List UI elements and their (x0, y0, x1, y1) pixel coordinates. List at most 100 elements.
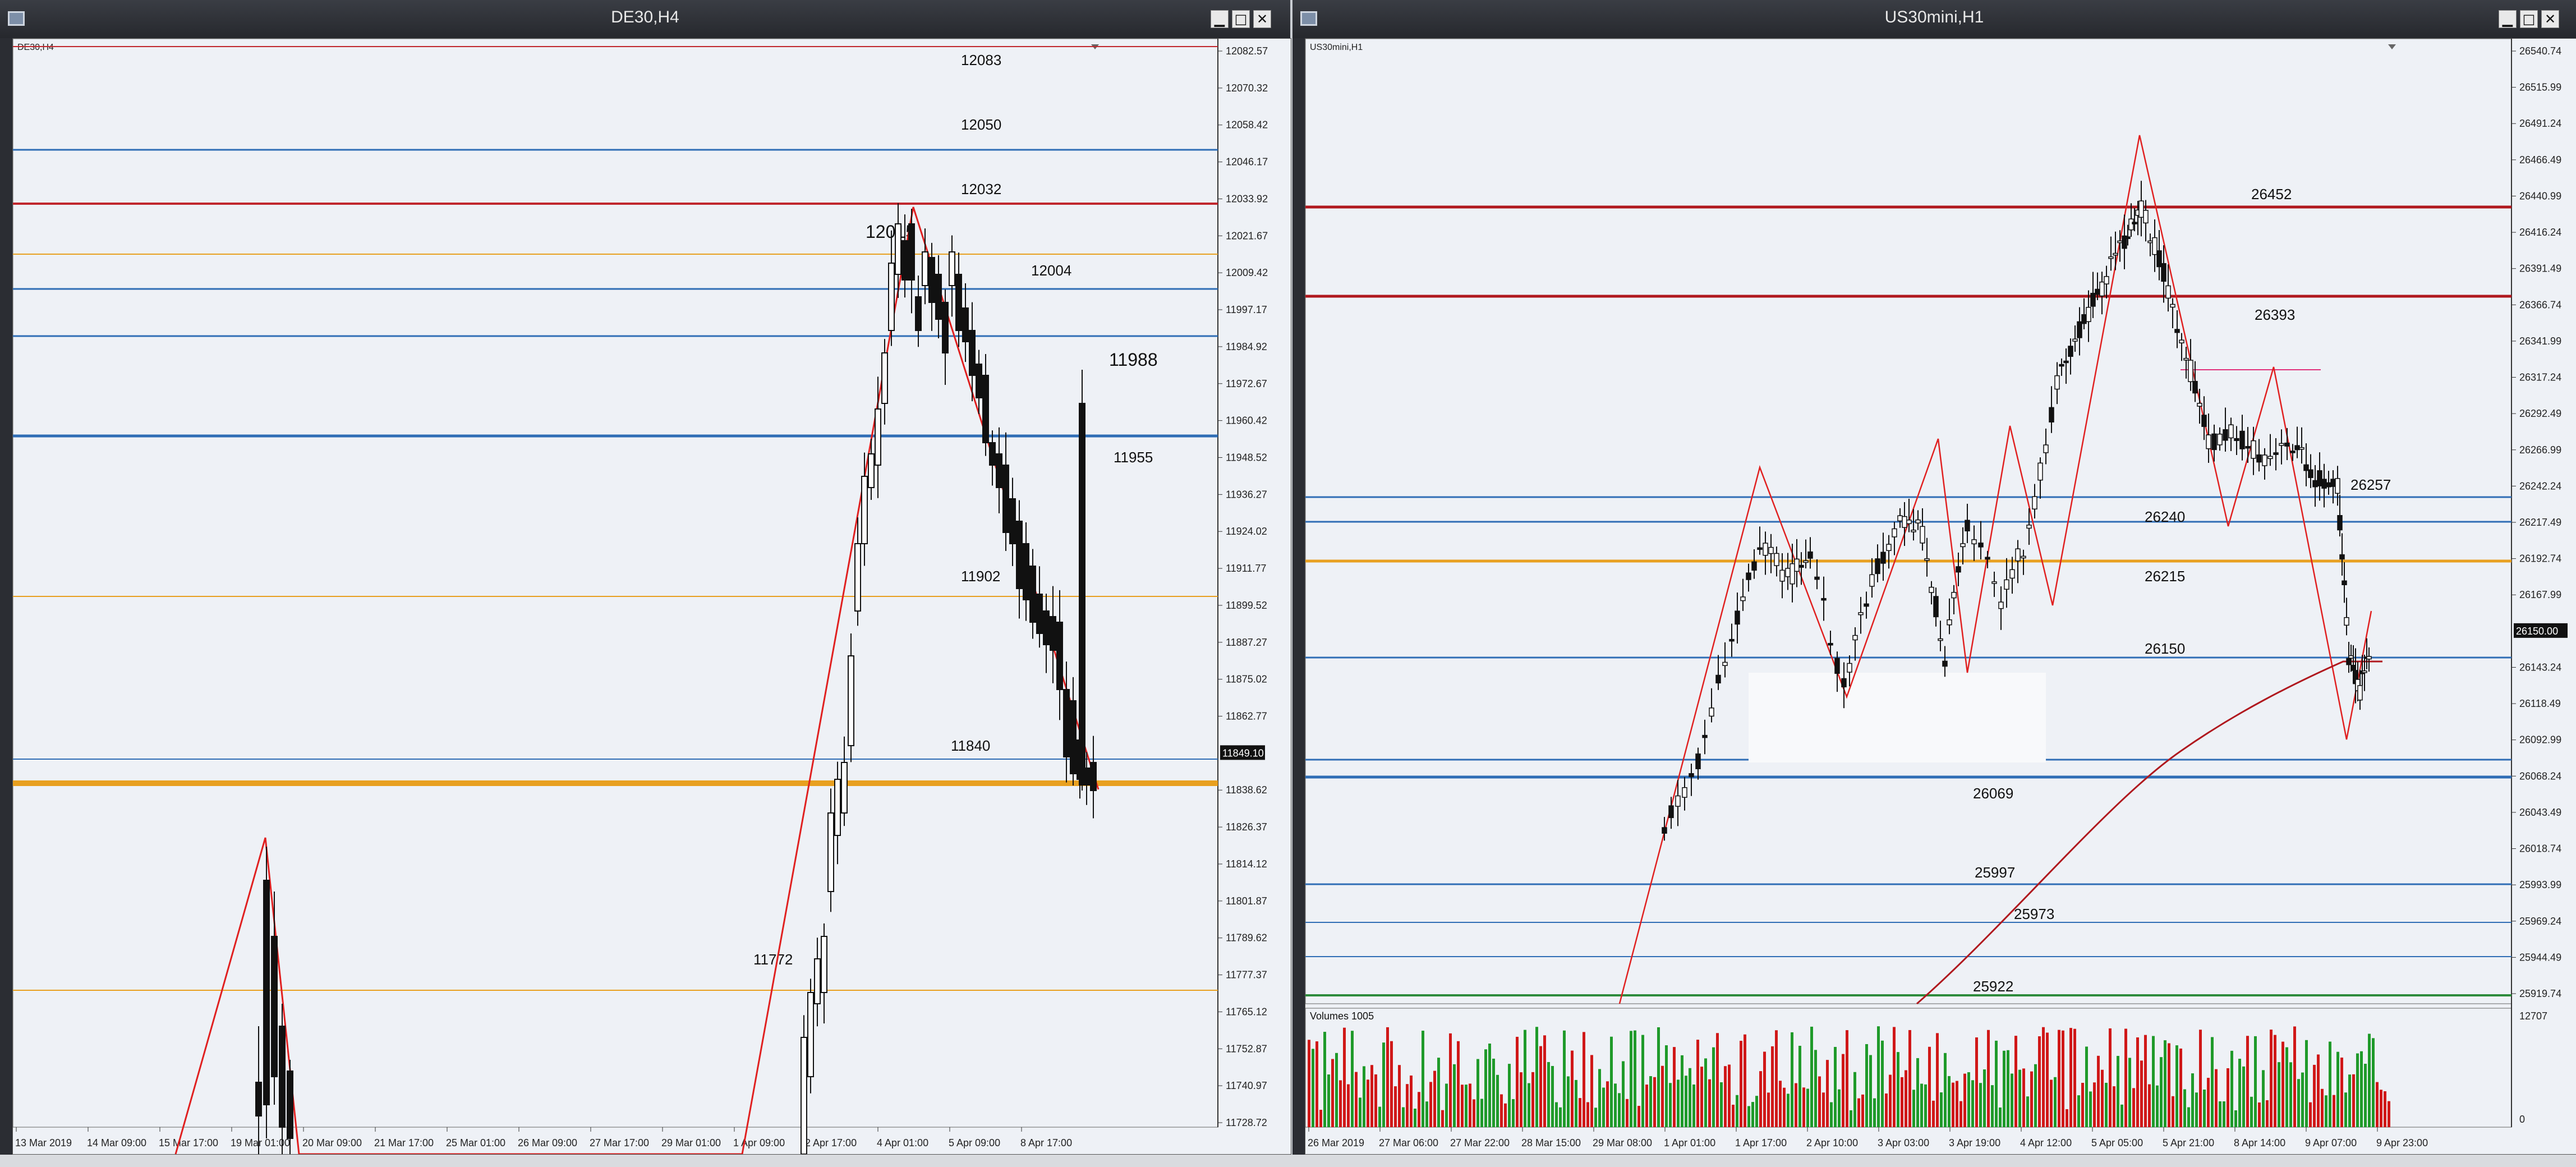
volume-bar (1496, 1074, 1499, 1127)
price-tick-label: 12021.67 (1226, 230, 1268, 241)
close-button[interactable]: ✕ (2541, 10, 2559, 28)
volume-bar (2054, 1077, 2057, 1127)
price-chart[interactable]: US30mini,H1 26540.74 26515.99 26491.24 26466… (1305, 38, 2576, 1155)
candle-body (2239, 430, 2245, 449)
candle-body (848, 655, 854, 746)
price-tick-label: 11765.12 (1226, 1006, 1267, 1017)
level-label: 25997 (1975, 864, 2015, 881)
volume-bar (2313, 1064, 2316, 1127)
volume-bar (1520, 1072, 1522, 1127)
volume-bar (2077, 1095, 2080, 1127)
candle-body (1740, 596, 1746, 601)
volume-bar (2297, 1079, 2300, 1127)
volume-bar (1995, 1040, 1998, 1127)
maximize-button[interactable]: □ (2520, 10, 2538, 28)
candle-body (854, 543, 861, 612)
candle-body (1814, 576, 1820, 580)
volume-bar (1370, 1065, 1373, 1127)
volume-bar (1791, 1032, 1793, 1127)
volume-bar (1681, 1055, 1683, 1127)
candle-body (1016, 521, 1023, 589)
time-tick-label: 26 Mar 09:00 (518, 1137, 577, 1148)
price-tick-label: 12070.32 (1226, 82, 1268, 94)
volume-bar (1881, 1040, 1884, 1127)
volume-bar (1347, 1084, 1350, 1127)
volume-bar (2132, 1088, 2135, 1127)
price-tick-label: 11899.52 (1226, 600, 1267, 611)
volume-bar (2230, 1050, 2233, 1127)
volume-bar (1924, 1084, 1927, 1127)
level-label: 12050 (961, 116, 1001, 133)
volume-bar (1901, 1077, 1903, 1127)
candle-body (1790, 563, 1795, 585)
volume-bar (1983, 1069, 1986, 1127)
minimize-button[interactable]: ▁ (2499, 10, 2517, 28)
volume-bar (1512, 1099, 1515, 1127)
volume-bar (2336, 1051, 2339, 1127)
level-label: 12032 (961, 181, 1001, 197)
volume-bar (2120, 1104, 2123, 1127)
volume-bar (2388, 1101, 2390, 1127)
candle-body (969, 330, 976, 376)
candle-body (1794, 558, 1800, 572)
volume-bar (1912, 1090, 1915, 1127)
volume-bar (1524, 1030, 1526, 1127)
volume-bar (2117, 1055, 2119, 1127)
candle-body (2072, 338, 2078, 342)
price-chart[interactable]: DE30,H4 12082.57 12070.32 12058.42 12046.17 1… (12, 38, 1291, 1155)
close-button[interactable]: ✕ (1253, 10, 1271, 28)
price-tick-label: 12058.42 (1226, 120, 1268, 131)
volume-bar (2069, 1028, 2072, 1127)
volume-bar (1555, 1102, 1558, 1127)
candle-body (1768, 546, 1774, 554)
volume-bar (1669, 1083, 1672, 1127)
price-tick-label: 25993.99 (2519, 879, 2561, 890)
candle-body (2335, 478, 2340, 494)
volume-bar (1952, 1082, 1954, 1127)
candle-body (1009, 498, 1016, 544)
volume-bar (1732, 1104, 1735, 1127)
volume-bar (2223, 1101, 2225, 1127)
time-tick-label: 3 Apr 03:00 (1878, 1137, 1929, 1148)
volume-bar (1531, 1072, 1534, 1127)
price-tick-label: 11911.77 (1226, 563, 1266, 574)
candle-body (2294, 445, 2300, 451)
volume-bar (2179, 1048, 2182, 1127)
volume-bar (1453, 1064, 1456, 1127)
candle-body (2342, 580, 2347, 585)
volume-bar (1869, 1055, 1872, 1127)
candle-body (2009, 569, 2015, 579)
price-tick-label: 11789.62 (1226, 932, 1267, 944)
chart-canvas[interactable]: DE30,H4 12082.57 12070.32 12058.42 12046.17 1… (13, 39, 1291, 1154)
volume-bar (1673, 1047, 1676, 1127)
candle-body (2021, 555, 2026, 559)
title-bar[interactable]: US30mini,H1 ▁ □ ✕ (1292, 0, 2576, 38)
candle-body (2132, 222, 2137, 224)
volume-bar (2113, 1086, 2115, 1127)
candle-body (1852, 635, 1858, 641)
chart-canvas[interactable]: US30mini,H1 26540.74 26515.99 26491.24 26466… (1305, 39, 2576, 1154)
volume-bar (1480, 1099, 1483, 1127)
price-tick-label: 26292.49 (2519, 408, 2561, 419)
candle-body (1971, 539, 1977, 545)
candle-body (1689, 773, 1694, 778)
minimize-button[interactable]: ▁ (1211, 10, 1229, 28)
volume-bar (1775, 1030, 1778, 1127)
volume-bar (2352, 1074, 2355, 1127)
volume-bar (1653, 1077, 1656, 1127)
volume-bar (2085, 1046, 2088, 1127)
price-tick-label: 11948.52 (1226, 452, 1267, 463)
volume-bar (2376, 1082, 2379, 1127)
candle-body (1715, 674, 1721, 684)
volume-bar (1763, 1051, 1766, 1127)
title-bar[interactable]: DE30,H4 ▁ □ ✕ (0, 0, 1290, 38)
time-tick-label: 13 Mar 2019 (15, 1137, 72, 1148)
candle-body (2043, 444, 2049, 453)
volume-bar (1441, 1110, 1444, 1127)
volume-bar (2270, 1030, 2273, 1127)
volume-bar (2364, 1064, 2367, 1127)
volume-bar (1594, 1108, 1597, 1127)
price-tick-label: 11936.27 (1226, 489, 1267, 500)
price-tick-label: 11960.42 (1226, 415, 1267, 426)
maximize-button[interactable]: □ (1232, 10, 1250, 28)
